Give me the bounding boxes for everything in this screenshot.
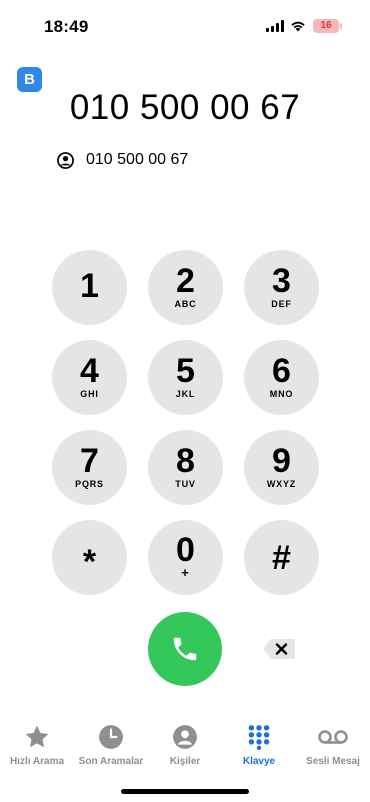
star-icon	[25, 725, 49, 748]
key-digit: 8	[176, 442, 195, 480]
tab-hizli-arama[interactable]: Hızlı Arama	[0, 724, 74, 767]
key-1[interactable]: 1	[52, 250, 127, 325]
backspace-icon[interactable]	[262, 637, 296, 661]
tab-son-aramalar[interactable]: Son Aramalar	[74, 724, 148, 767]
tab-bar: Hızlı Arama Son Aramalar Kişiler Klavye	[0, 724, 370, 774]
key-digit: 5	[176, 352, 195, 390]
person-circle-icon	[57, 151, 74, 169]
contact-suggestion[interactable]: 010 500 00 67	[57, 150, 188, 170]
wifi-icon	[291, 21, 305, 32]
key-0[interactable]: 0 +	[148, 520, 223, 595]
key-digit: 2	[176, 262, 195, 300]
home-indicator[interactable]	[121, 789, 249, 794]
tab-label: Son Aramalar	[78, 756, 144, 767]
key-3[interactable]: 3 DEF	[244, 250, 319, 325]
dialed-number: 010 500 00 67	[69, 88, 301, 127]
key-digit: 9	[272, 442, 291, 480]
key-digit: *	[82, 542, 97, 581]
key-4[interactable]: 4 GHI	[52, 340, 127, 415]
key-letters: PQRS	[75, 479, 104, 489]
suggestion-number: 010 500 00 67	[86, 151, 189, 168]
phone-icon	[173, 637, 197, 661]
key-star[interactable]: *	[52, 520, 127, 595]
status-time: 18:49	[44, 17, 89, 36]
tab-klavye[interactable]: Klavye	[222, 724, 296, 767]
key-letters: GHI	[80, 389, 99, 399]
key-letters: MNO	[269, 389, 294, 399]
key-digit: 1	[80, 267, 99, 305]
key-digit: 0	[176, 531, 195, 569]
tab-sesli-mesaj[interactable]: Sesli Mesaj	[296, 724, 370, 767]
key-7[interactable]: 7 PQRS	[52, 430, 127, 505]
key-letters: ABC	[174, 299, 197, 309]
key-digit: 4	[80, 352, 99, 390]
voicemail-icon	[318, 730, 348, 744]
key-2[interactable]: 2 ABC	[148, 250, 223, 325]
key-digit: 6	[272, 352, 291, 390]
tab-label: Hızlı Arama	[9, 756, 65, 767]
key-5[interactable]: 5 JKL	[148, 340, 223, 415]
call-button[interactable]	[148, 612, 222, 686]
cellular-signal-icon	[266, 20, 285, 32]
key-letters: WXYZ	[266, 479, 297, 489]
key-letters: JKL	[175, 389, 196, 399]
tab-label: Klavye	[242, 756, 276, 767]
clock-icon	[99, 725, 123, 749]
tab-label: Kişiler	[169, 756, 201, 767]
key-6[interactable]: 6 MNO	[244, 340, 319, 415]
key-digit: 3	[272, 262, 291, 300]
keypad-icon	[248, 725, 270, 750]
key-digit: 7	[80, 442, 99, 480]
battery-icon: 16	[313, 19, 342, 33]
status-bar: 18:49 16	[0, 0, 370, 52]
key-digit: #	[272, 538, 291, 577]
key-letters: DEF	[271, 299, 292, 309]
tab-kisiler[interactable]: Kişiler	[148, 724, 222, 767]
key-letters: TUV	[175, 479, 196, 489]
person-icon	[173, 725, 197, 749]
tab-label: Sesli Mesaj	[306, 756, 360, 767]
key-letters: +	[181, 565, 190, 580]
key-8[interactable]: 8 TUV	[148, 430, 223, 505]
key-9[interactable]: 9 WXYZ	[244, 430, 319, 505]
key-hash[interactable]: #	[244, 520, 319, 595]
